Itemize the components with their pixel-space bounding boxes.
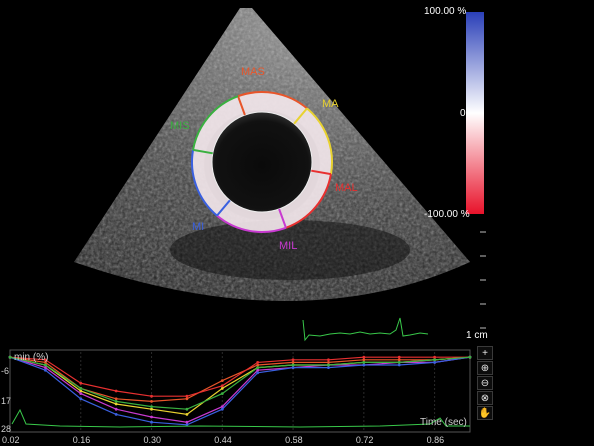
x-tick: 0.44: [214, 435, 232, 445]
strain-point: [185, 413, 189, 416]
colorbar-min-label: -100.00 %: [424, 209, 470, 220]
strain-point: [256, 363, 260, 367]
strain-point: [327, 363, 330, 367]
x-tick: 0.72: [355, 435, 374, 445]
strain-point: [114, 413, 118, 416]
strain-point: [150, 415, 153, 419]
ecg-trace: [302, 317, 429, 342]
strain-point: [220, 384, 224, 388]
segment-label-mal: MAL: [335, 182, 358, 194]
strain-colorbar: [466, 12, 484, 214]
strain-point: [79, 381, 83, 385]
strain-plot: [8, 349, 472, 433]
strain-point: [397, 355, 401, 359]
x-tick: 0.86: [426, 435, 445, 445]
strain-point: [114, 402, 118, 406]
x-tick: 0.02: [2, 435, 20, 445]
strain-point: [79, 389, 83, 393]
segment-label-mas: MAS: [241, 66, 265, 78]
strain-plot-panel[interactable]: min (%) Time (sec) -6 17 28 0.02 0.16 0.30…: [0, 344, 594, 446]
segment-label-ma: MA: [322, 98, 339, 110]
strain-point: [114, 400, 118, 403]
colorbar-mid-label: 0: [460, 108, 466, 119]
ultrasound-viewer[interactable]: 100.00 % 0 -100.00 % 1 cm MAS MA MAL MIL…: [0, 0, 594, 344]
strain-point: [150, 394, 153, 398]
strain-point: [397, 363, 401, 367]
strain-point: [185, 397, 189, 401]
scan-sector: [74, 8, 470, 301]
segment-label-mi: MI: [192, 221, 205, 233]
strain-point: [397, 358, 401, 362]
strain-point: [220, 407, 224, 411]
strain-point: [256, 361, 260, 364]
strain-point: [114, 389, 118, 393]
strain-point: [185, 394, 189, 398]
strain-point: [220, 392, 224, 395]
y-tick: -6: [1, 366, 10, 376]
strain-point: [291, 361, 295, 364]
strain-point: [220, 387, 224, 390]
colorbar-max-label: 100.00 %: [424, 6, 467, 17]
ultrasound-image: [74, 8, 486, 342]
strain-point: [256, 366, 260, 369]
strain-point: [256, 368, 260, 372]
strain-point: [79, 397, 83, 401]
strain-point: [362, 361, 366, 364]
x-tick: 0.58: [285, 435, 303, 445]
strain-point: [327, 361, 330, 364]
strain-point: [185, 407, 189, 411]
strain-point: [8, 355, 12, 359]
strain-point: [256, 371, 260, 375]
strain-point: [362, 358, 366, 362]
strain-point: [291, 358, 295, 362]
strain-point: [43, 368, 47, 372]
strain-point: [433, 358, 437, 362]
x-tick: 0.30: [143, 435, 162, 445]
y-tick: 17: [1, 396, 12, 406]
strain-point: [327, 366, 330, 369]
hand-pan-icon[interactable]: ✋: [477, 406, 493, 420]
strain-point: [150, 405, 153, 408]
strain-point: [327, 358, 330, 362]
depth-ruler: [480, 231, 486, 329]
strain-point: [220, 379, 224, 382]
strain-point: [291, 363, 295, 367]
strain-point: [433, 361, 437, 364]
zoom-out-icon[interactable]: ⊖: [477, 376, 493, 390]
strain-point: [468, 355, 472, 359]
strain-point: [150, 400, 153, 403]
plot-x-axis-label: Time (sec): [420, 417, 467, 428]
segment-label-mis: MIS: [170, 120, 190, 132]
x-tick: 0.16: [72, 435, 91, 445]
strain-point: [397, 361, 401, 364]
strain-point: [43, 366, 47, 369]
strain-point: [79, 392, 83, 395]
strain-point: [114, 397, 118, 401]
zoom-fit-icon[interactable]: ⊗: [477, 391, 493, 405]
strain-point: [433, 355, 437, 359]
strain-point: [291, 366, 295, 369]
strain-point: [362, 363, 366, 367]
strain-point: [43, 363, 47, 367]
strain-point: [150, 407, 153, 411]
strain-point: [362, 355, 366, 359]
zoom-in-icon[interactable]: ⊕: [477, 361, 493, 375]
plus-tool-icon[interactable]: +: [477, 346, 493, 360]
strain-point: [79, 387, 83, 390]
y-tick: 28: [1, 424, 12, 434]
strain-point: [150, 420, 153, 424]
scale-label: 1 cm: [466, 330, 488, 341]
segment-label-mil: MIL: [279, 240, 298, 252]
strain-point: [114, 407, 118, 411]
plot-y-axis-label: min (%): [14, 352, 49, 363]
strain-point: [185, 420, 189, 424]
